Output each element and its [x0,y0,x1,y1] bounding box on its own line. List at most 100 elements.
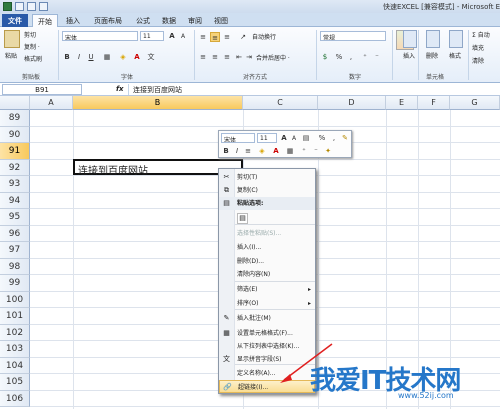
column-header[interactable]: D [318,96,386,110]
italic-icon[interactable]: I [74,52,84,62]
underline-icon[interactable]: U [86,52,96,62]
decrease-decimal-icon[interactable]: ⁻ [372,52,382,62]
clear-button[interactable]: 清除 [472,56,484,65]
row-header[interactable]: 92 [0,159,30,176]
phonetic-icon[interactable]: 文 [146,52,156,62]
row-header[interactable]: 99 [0,275,30,292]
font-name-select[interactable]: 宋体 [62,31,138,41]
mini-italic-icon[interactable]: I [232,146,242,156]
border-icon[interactable]: ▦ [102,52,112,62]
mini-comma-icon[interactable]: , [329,133,339,143]
increase-indent-icon[interactable]: ⇥ [244,52,254,62]
menu-item[interactable]: ✂ 剪切(T) [219,171,315,184]
mini-font-select[interactable]: 宋体 [221,133,255,143]
row-header[interactable]: 100 [0,291,30,308]
column-header[interactable]: B [73,96,243,110]
font-size-select[interactable]: 11 [140,31,164,41]
column-header[interactable]: C [243,96,318,110]
bold-icon[interactable]: B [62,52,72,62]
tab-formulas[interactable]: 公式 [132,14,154,27]
mini-percent-icon[interactable]: % [317,133,327,143]
select-all-corner[interactable] [0,96,30,110]
menu-item[interactable]: 插入(I)... [219,241,315,254]
wrap-text-button[interactable]: 自动换行 [252,32,276,41]
mini-border-icon[interactable]: ▦ [285,146,295,156]
menu-item[interactable]: ▦ 设置单元格格式(F)... [219,327,315,340]
mini-bold-icon[interactable]: B [221,146,231,156]
format-cells-icon[interactable] [449,30,463,48]
save-icon[interactable] [15,2,24,11]
row-header[interactable]: 91 [0,143,30,160]
delete-cells-button[interactable]: 删除 [426,51,438,60]
formula-input[interactable]: 连接到百度网站 [128,84,498,95]
column-header[interactable]: A [30,96,73,110]
row-header[interactable]: 97 [0,242,30,259]
mini-format-icon[interactable]: ▤ [301,133,311,143]
tab-insert[interactable]: 插入 [62,14,84,27]
tab-file[interactable]: 文件 [2,14,28,27]
redo-icon[interactable] [39,2,48,11]
grow-font-icon[interactable]: A [167,31,177,41]
undo-icon[interactable] [27,2,36,11]
tab-data[interactable]: 数据 [158,14,180,27]
insert-cells-button[interactable]: 插入 [403,51,415,60]
format-cells-button[interactable]: 格式 [449,51,461,60]
mini-shrink-font-icon[interactable]: A [289,134,299,144]
currency-icon[interactable]: $ [320,52,330,62]
merge-center-button[interactable]: 合并后居中 · [256,53,290,62]
percent-icon[interactable]: % [334,52,344,62]
format-painter-button[interactable]: 格式刷 [24,54,42,63]
align-top-icon[interactable]: ≡ [198,32,208,42]
menu-item[interactable]: 清除内容(N) [219,268,315,281]
align-right-icon[interactable]: ≡ [222,52,232,62]
row-header[interactable]: 93 [0,176,30,193]
paste-button[interactable]: 粘贴 [5,51,17,60]
row-header[interactable]: 106 [0,390,30,407]
name-box[interactable]: B91 [2,84,82,95]
mini-font-color-icon[interactable]: A [271,146,281,156]
tab-page-layout[interactable]: 页面布局 [88,14,128,27]
mini-fill-color-icon[interactable]: ◈ [257,146,267,156]
align-bottom-icon[interactable]: ≡ [222,32,232,42]
mini-size-select[interactable]: 11 [257,133,277,143]
row-header[interactable]: 89 [0,110,30,127]
menu-item[interactable]: ✎ 插入批注(M) [219,312,315,325]
paste-icon[interactable] [4,30,20,48]
fx-icon[interactable]: fx [116,85,124,93]
tab-review[interactable]: 审阅 [184,14,206,27]
menu-item[interactable]: ⧉ 复制(C) [219,184,315,197]
decrease-indent-icon[interactable]: ⇤ [234,52,244,62]
cut-button[interactable]: 剪切 [24,30,36,39]
row-header[interactable]: 105 [0,374,30,391]
mini-grow-font-icon[interactable]: A [279,133,289,143]
font-color-icon[interactable]: A [132,52,142,62]
row-header[interactable]: 103 [0,341,30,358]
fill-button[interactable]: 填充 [472,43,484,52]
tab-view[interactable]: 视图 [210,14,232,27]
menu-item[interactable]: 筛选(E) ▸ [219,283,315,296]
row-header[interactable]: 96 [0,225,30,242]
column-header[interactable]: F [418,96,450,110]
fill-color-icon[interactable]: ◈ [118,52,128,62]
mini-format-painter-icon[interactable]: ✦ [323,146,333,156]
mini-decimal-icon[interactable]: ⁺ [299,146,309,156]
number-format-select[interactable]: 常规 [320,31,386,41]
row-header[interactable]: 94 [0,192,30,209]
align-left-icon[interactable]: ≡ [198,52,208,62]
mini-decimal-decrease-icon[interactable]: ⁻ [311,146,321,156]
row-header[interactable]: 90 [0,126,30,143]
column-header[interactable]: E [386,96,418,110]
row-header[interactable]: 95 [0,209,30,226]
align-center-icon[interactable]: ≡ [210,52,220,62]
row-header[interactable]: 104 [0,357,30,374]
menu-item[interactable]: 删除(D)... [219,255,315,268]
increase-decimal-icon[interactable]: ⁺ [360,52,370,62]
row-header[interactable]: 101 [0,308,30,325]
shrink-font-icon[interactable]: A [178,32,188,42]
delete-cells-icon[interactable] [426,30,440,48]
comma-icon[interactable]: , [346,52,356,62]
row-header[interactable]: 102 [0,324,30,341]
copy-button[interactable]: 复制 · [24,42,40,51]
column-header[interactable]: G [450,96,500,110]
row-header[interactable]: 98 [0,258,30,275]
